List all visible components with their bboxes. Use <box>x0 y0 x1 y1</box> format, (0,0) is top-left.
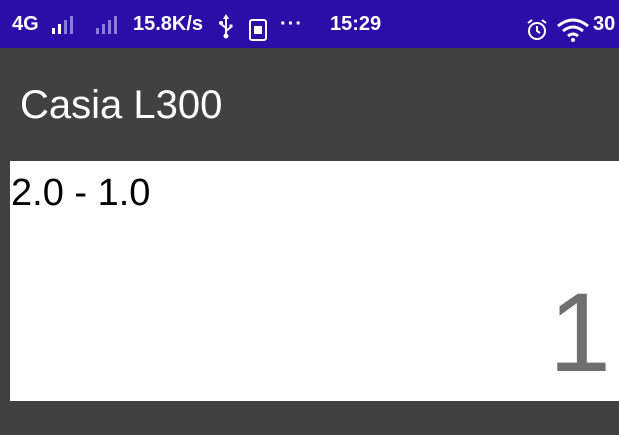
signal-icon-secondary <box>96 14 120 34</box>
wifi-icon <box>556 12 590 42</box>
clock: 15:29 <box>330 13 382 35</box>
battery-level: 30 <box>593 13 616 35</box>
more-icon: ··· <box>280 13 303 35</box>
network-speed: 15.8K/s <box>133 13 204 35</box>
reading-card[interactable]: 2.0 - 1.0 1 <box>10 161 619 401</box>
status-bar: 4G 15.8K/s ··· 15:29 30 <box>0 0 619 48</box>
app-title: Casia L300 <box>20 83 223 127</box>
reading-value: 1 <box>548 270 611 395</box>
usb-icon <box>218 10 234 39</box>
signal-icon <box>52 14 76 34</box>
range-label: 2.0 - 1.0 <box>11 172 151 214</box>
network-type: 4G <box>12 13 39 35</box>
debug-icon <box>248 12 268 41</box>
alarm-icon <box>525 12 549 40</box>
